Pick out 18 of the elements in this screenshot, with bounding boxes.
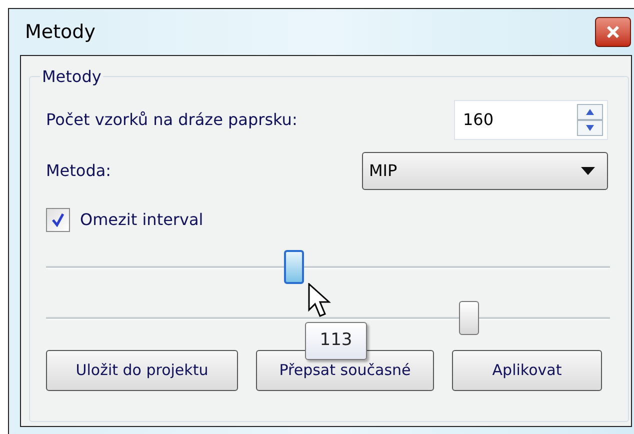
spin-arrows-icon [577, 104, 603, 136]
close-icon [606, 26, 620, 38]
samples-label: Počet vzorků na dráze paprsku: [46, 109, 298, 131]
dialog-button[interactable]: Přepsat současné [256, 350, 434, 391]
samples-spin-field[interactable]: 160 [454, 100, 608, 140]
window-title: Metody [25, 20, 96, 45]
limit-label: Omezit interval [80, 209, 204, 231]
dialog-button[interactable]: Aplikovat [452, 350, 602, 391]
method-dropdown[interactable]: MIP [362, 152, 608, 190]
dialog-button[interactable]: Uložit do projektu [46, 350, 238, 391]
caret-icon [581, 167, 595, 175]
method-label: Metoda: [46, 160, 112, 182]
slider-thumb[interactable] [459, 301, 479, 335]
close-button[interactable] [595, 17, 631, 47]
limit-checkbox[interactable] [46, 208, 70, 232]
check-icon [51, 213, 65, 227]
slider-thumb[interactable] [284, 250, 304, 284]
value-tooltip: 113 [305, 322, 367, 360]
